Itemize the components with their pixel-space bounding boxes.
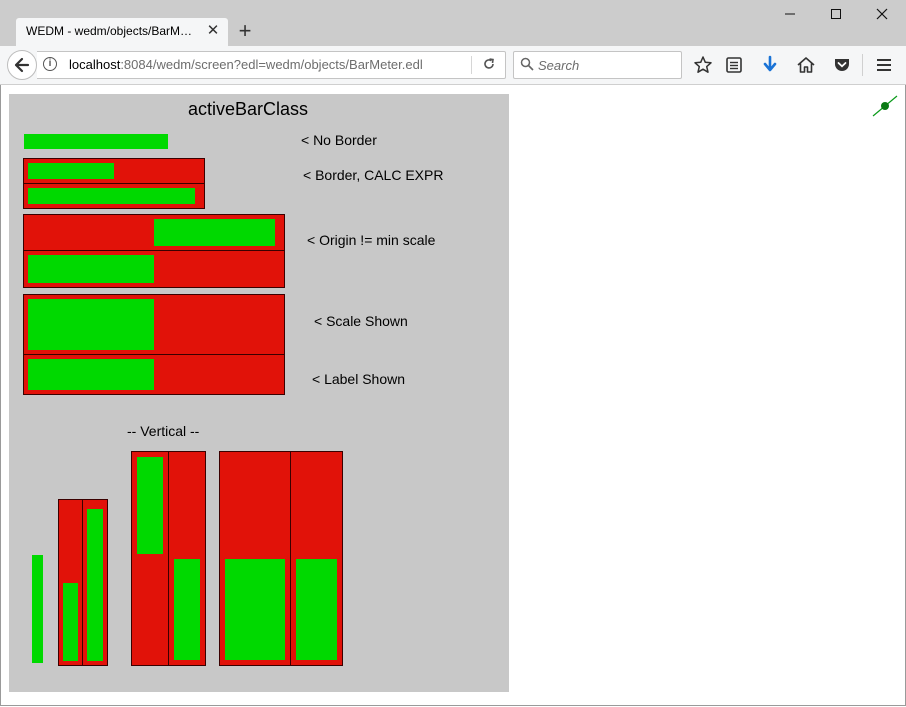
bar-meter-fill — [28, 359, 154, 390]
vertical-meter-origin-2 — [168, 451, 206, 666]
bar-meter-fill — [28, 163, 114, 179]
screen-title: activeBarClass — [188, 99, 309, 119]
label-border-calc-expr: < Border, CALC EXPR — [303, 167, 444, 183]
search-icon — [520, 57, 534, 71]
home-icon[interactable] — [795, 54, 817, 76]
bar-meter-fill — [32, 555, 43, 663]
star-icon[interactable] — [692, 54, 714, 76]
bar-meter-fill — [137, 457, 163, 555]
label-scale-shown: < Scale Shown — [314, 313, 408, 329]
label-no-border: < No Border — [301, 132, 377, 148]
bar-meter-fill — [225, 558, 285, 660]
maximize-icon — [831, 9, 841, 19]
vertical-meter-origin-1 — [131, 451, 169, 666]
label-vertical: -- Vertical -- — [127, 423, 200, 439]
tab-title: WEDM - wedm/objects/BarM… — [26, 24, 193, 38]
menu-icon[interactable] — [873, 54, 895, 76]
bar-meter-origin-2 — [23, 250, 285, 288]
download-icon[interactable] — [759, 54, 781, 76]
bar-meter-no-border — [24, 134, 184, 149]
reload-icon[interactable] — [480, 55, 498, 73]
vertical-meter-no-border — [32, 555, 43, 663]
vertical-meter-large-2 — [290, 451, 343, 666]
new-tab-button[interactable]: + — [234, 18, 256, 44]
search-input[interactable] — [538, 56, 673, 74]
toolbar-separator — [862, 54, 863, 76]
bar-meter-fill — [28, 255, 154, 283]
bar-meter-fill — [28, 188, 195, 204]
bar-meter-fill — [63, 582, 78, 661]
bar-meter-label-shown — [23, 354, 285, 395]
maximize-button[interactable] — [813, 0, 859, 32]
back-arrow-icon — [14, 57, 30, 73]
bar-meter-fill — [28, 299, 154, 350]
bar-meter-border-calc-2 — [23, 183, 205, 209]
url-bar[interactable]: i localhost:8084/wedm/screen?edl=wedm/ob… — [37, 51, 506, 79]
url-path: :8084/wedm/screen?edl=wedm/objects/BarMe… — [120, 57, 423, 72]
bar-meter-fill — [174, 558, 200, 660]
bar-meter-fill — [154, 219, 275, 246]
tab-close-icon[interactable]: ✕ — [204, 21, 222, 41]
pocket-icon[interactable] — [831, 54, 853, 76]
search-bar[interactable] — [513, 51, 682, 79]
vertical-meter-large-1 — [219, 451, 291, 666]
connection-status-icon — [872, 95, 898, 117]
bar-meter-scale-shown — [23, 294, 285, 355]
bar-meter-border-calc-1 — [23, 158, 205, 184]
label-label-shown: < Label Shown — [312, 371, 406, 387]
navigation-bar: i localhost:8084/wedm/screen?edl=wedm/ob… — [0, 46, 906, 85]
close-icon — [876, 8, 888, 20]
minimize-icon — [785, 13, 795, 15]
bar-meter-fill — [24, 134, 168, 149]
edm-screen: activeBarClass < No Border < Border, CAL… — [9, 94, 509, 692]
browser-tab[interactable]: WEDM - wedm/objects/BarM… ✕ — [16, 18, 228, 46]
bar-meter-fill — [87, 508, 103, 661]
title-bar: WEDM - wedm/objects/BarM… ✕ + — [0, 0, 906, 46]
info-icon[interactable]: i — [43, 57, 57, 71]
bar-meter-origin-1 — [23, 214, 285, 251]
label-origin: < Origin != min scale — [307, 232, 436, 248]
url-text[interactable]: localhost:8084/wedm/screen?edl=wedm/obje… — [69, 57, 423, 72]
vertical-meter-small-1 — [58, 499, 83, 666]
vertical-meter-small-2 — [82, 499, 108, 666]
url-separator — [471, 56, 472, 74]
back-button[interactable] — [7, 50, 37, 80]
minimize-button[interactable] — [767, 0, 813, 32]
reading-list-icon[interactable] — [723, 54, 745, 76]
window-close-button[interactable] — [859, 0, 905, 32]
bar-meter-fill — [296, 558, 337, 660]
url-host: localhost — [69, 57, 121, 72]
